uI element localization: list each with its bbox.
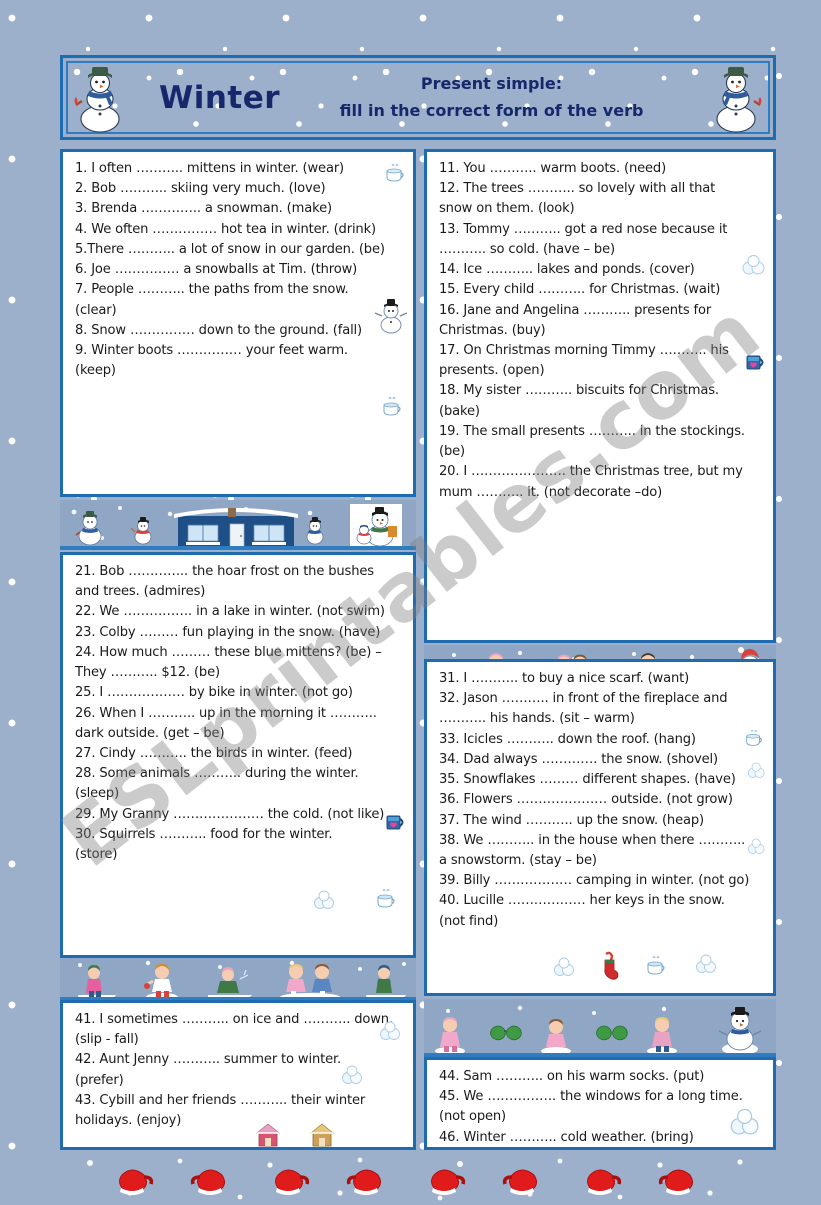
snowballs-icon — [695, 954, 719, 978]
question-item: 24. How much ……… these blue mittens? (be… — [75, 644, 382, 681]
question-item: 13. Tommy ……….. got a red nose because i… — [439, 221, 728, 257]
question-item: 17. On Christmas morning Timmy ……….. his… — [439, 342, 729, 379]
question-item: 43. Cybill and her friends ……….. their w… — [75, 1092, 366, 1129]
question-list: 41. I sometimes ……….. on ice and ……….. d… — [75, 1010, 403, 1131]
question-item: 7. People ……….. the paths from the snow.… — [75, 282, 349, 318]
page-title: Winter — [159, 79, 281, 116]
question-item: 18. My sister ……….. biscuits for Christm… — [439, 383, 719, 419]
question-item: 4. We often …………… hot tea in winter. (dr… — [75, 221, 376, 237]
subtitle-line-2: fill in the correct form of the verb — [339, 100, 644, 120]
question-item: 1. I often ……….. mittens in winter. (wea… — [75, 161, 345, 176]
question-item: 20. I …………………. the Christmas tree, but m… — [439, 464, 743, 500]
question-item: 45. We ……………. the windows for a long tim… — [439, 1089, 743, 1125]
questions-panel-21-30: 21. Bob ………….. the hoar frost on the bus… — [60, 552, 416, 958]
question-list: 1. I often ……….. mittens in winter. (wea… — [75, 159, 403, 381]
question-item: 28. Some animals ……….. during the winter… — [75, 766, 359, 802]
question-item: 33. Icicles ……….. down the roof. (hang) — [439, 731, 696, 747]
question-item: 32. Jason ……….. in front of the fireplac… — [439, 691, 728, 727]
hot-cocoa-cup-icon — [643, 954, 669, 982]
question-item: 19. The small presents ……….. in the stoc… — [439, 423, 745, 460]
snowman-icon — [699, 61, 773, 135]
questions-panel-31-40: 31. I ……….. to buy a nice scarf. (want) … — [424, 659, 776, 996]
children-winter-play-border — [424, 999, 776, 1057]
questions-panel-41-43: 41. I sometimes ……….. on ice and ……….. d… — [60, 1000, 416, 1150]
question-item: 11. You ……….. warm boots. (need) — [439, 161, 667, 176]
worksheet: Winter Present simple: fill in the corre… — [60, 55, 776, 1205]
question-item: 39. Billy ……………… camping in winter. (not… — [439, 873, 750, 889]
question-item: 35. Snowflakes ……… different shapes. (ha… — [439, 772, 736, 788]
red-mittens-border — [60, 1153, 776, 1205]
question-item: 6. Joe …………… a snowballs at Tim. (throw) — [75, 262, 358, 278]
question-item: 37. The wind ……….. up the snow. (heap) — [439, 812, 704, 828]
question-item: 14. Ice ……….. lakes and ponds. (cover) — [439, 262, 695, 278]
question-item: 29. My Granny ………………… the cold. (not lik… — [75, 806, 385, 822]
question-item: 41. I sometimes ……….. on ice and ……….. d… — [75, 1012, 393, 1048]
question-item: 9. Winter boots …………… your feet warm. (k… — [75, 342, 348, 379]
question-item: 36. Flowers ………………… outside. (not grow) — [439, 792, 733, 808]
children-sledding-and-skating-border — [60, 955, 416, 1001]
question-item: 44. Sam ……….. on his warm socks. (put) — [439, 1069, 705, 1084]
question-item: 46. Winter ……….. cold weather. (bring) — [439, 1129, 694, 1145]
question-item: 42. Aunt Jenny ……….. summer to winter. (… — [75, 1052, 342, 1088]
question-item: 12. The trees ……….. so lovely with all t… — [439, 181, 716, 217]
questions-panel-44-46: 44. Sam ……….. on his warm socks. (put) 4… — [424, 1057, 776, 1150]
question-item: 21. Bob ………….. the hoar frost on the bus… — [75, 564, 374, 600]
question-item: 5.There ……….. a lot of snow in our garde… — [75, 241, 385, 257]
question-item: 23. Colby ……… fun playing in the snow. (… — [75, 624, 381, 640]
subtitle-line-1: Present simple: — [420, 74, 563, 94]
snowballs-icon — [553, 957, 577, 981]
question-item: 34. Dad always …………. the snow. (shovel) — [439, 751, 718, 767]
question-list: 21. Bob ………….. the hoar frost on the bus… — [75, 562, 403, 865]
question-item: 26. When I ……….. up in the morning it ……… — [75, 705, 377, 741]
questions-panel-1-9: 1. I often ……….. mittens in winter. (wea… — [60, 149, 416, 497]
question-item: 22. We ……………. in a lake in winter. (not … — [75, 604, 385, 620]
question-item: 38. We ……….. in the house when there ………… — [439, 832, 746, 868]
question-item: 2. Bob ……….. skiing very much. (love) — [75, 181, 326, 197]
questions-panel-11-20: 11. You ……….. warm boots. (need) 12. The… — [424, 149, 776, 643]
christmas-stocking-icon — [599, 950, 621, 984]
question-item: 15. Every child ……….. for Christmas. (wa… — [439, 282, 721, 298]
question-item: 25. I ……………… by bike in winter. (not go) — [75, 685, 353, 701]
hot-cocoa-cup-icon — [373, 887, 399, 915]
question-item: 30. Squirrels ……….. food for the winter.… — [75, 826, 333, 863]
question-item: 31. I ……….. to buy a nice scarf. (want) — [439, 671, 690, 686]
question-item: 40. Lucille ……………… her keys in the snow.… — [439, 893, 725, 929]
question-item: 16. Jane and Angelina ……….. presents for… — [439, 302, 712, 338]
hot-cocoa-cup-icon — [379, 395, 405, 423]
snowballs-icon — [313, 890, 337, 914]
question-list: 31. I ……….. to buy a nice scarf. (want) … — [439, 669, 763, 932]
page-subtitle: Present simple: fill in the correct form… — [290, 71, 699, 124]
snowman-icon — [63, 61, 137, 135]
question-item: 3. Brenda ………….. a snowman. (make) — [75, 201, 332, 217]
header-banner: Winter Present simple: fill in the corre… — [60, 55, 776, 140]
question-item: 8. Snow …………… down to the ground. (fall) — [75, 322, 363, 338]
question-list: 11. You ……….. warm boots. (need) 12. The… — [439, 159, 763, 503]
snowmen-and-blue-house-border — [60, 500, 416, 550]
question-item: 27. Cindy ……….. the birds in winter. (fe… — [75, 745, 353, 761]
question-list: 44. Sam ……….. on his warm socks. (put) 4… — [439, 1067, 763, 1147]
